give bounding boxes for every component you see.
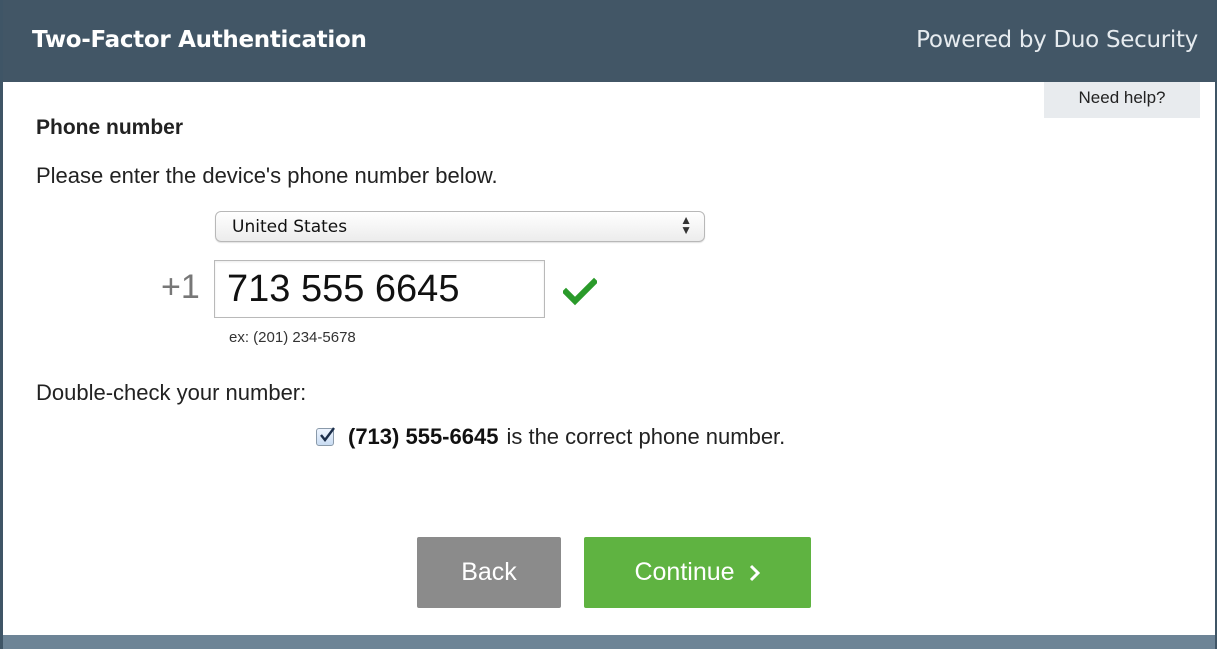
valid-checkmark-icon: [563, 277, 597, 306]
page-title: Two-Factor Authentication: [32, 27, 367, 53]
select-arrows-icon: ▲ ▼: [680, 213, 692, 237]
confirm-phone-number: (713) 555-6645: [348, 424, 499, 449]
back-button[interactable]: Back: [417, 537, 561, 608]
instruction-text: Please enter the device's phone number b…: [36, 163, 498, 188]
double-check-label: Double-check your number:: [36, 380, 307, 405]
country-select-value: United States: [232, 217, 348, 237]
header-bar: Two-Factor Authentication Powered by Duo…: [3, 0, 1215, 82]
section-title: Phone number: [36, 116, 184, 139]
checkbox-check-icon: [320, 427, 335, 442]
footer-bar: [3, 635, 1215, 649]
back-button-label: Back: [461, 558, 517, 586]
confirm-number-row[interactable]: (713) 555-6645 is the correct phone numb…: [316, 423, 785, 451]
confirm-checkbox[interactable]: [316, 427, 335, 446]
country-code-prefix: +1: [161, 268, 200, 306]
powered-by-label: Powered by Duo Security: [916, 27, 1198, 53]
continue-button-label: Continue: [634, 558, 735, 586]
duo-auth-frame: Two-Factor Authentication Powered by Duo…: [0, 0, 1217, 649]
confirm-text: is the correct phone number.: [506, 424, 786, 449]
continue-button[interactable]: Continue: [584, 537, 811, 608]
phone-example-hint: ex: (201) 234-5678: [229, 329, 356, 346]
country-select[interactable]: United States ▲ ▼: [215, 211, 705, 242]
chevron-right-icon: [749, 565, 760, 582]
need-help-button[interactable]: Need help?: [1044, 82, 1200, 118]
phone-number-input[interactable]: [214, 260, 545, 318]
